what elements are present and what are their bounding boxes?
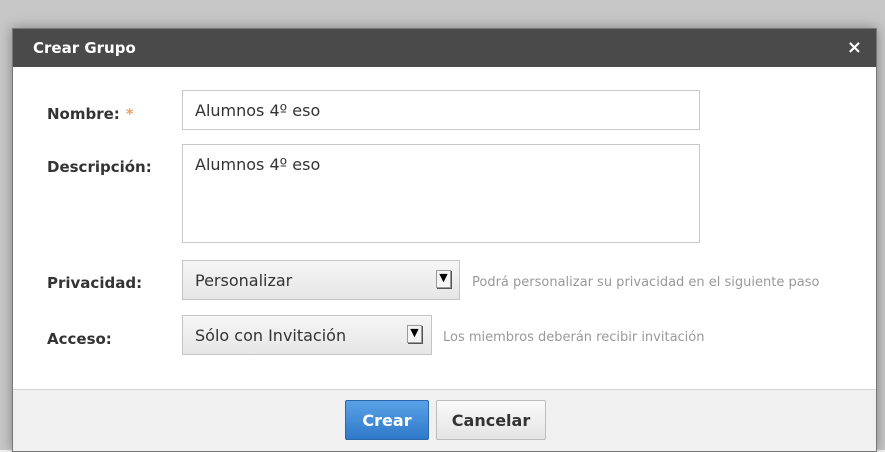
create-group-dialog: Crear Grupo × Nombre: * Alumnos 4º eso De…: [12, 28, 877, 452]
privacy-select-value: Personalizar: [195, 271, 293, 290]
description-label: Descripción:: [47, 158, 152, 176]
privacy-select[interactable]: Personalizar ▼: [182, 260, 460, 300]
chevron-down-icon: ▼: [407, 325, 422, 343]
dialog-footer: Crear Cancelar: [13, 389, 876, 451]
privacy-help-text: Podrá personalizar su privacidad en el s…: [472, 275, 820, 290]
name-label: Nombre: *: [47, 105, 134, 123]
close-icon[interactable]: ×: [847, 39, 862, 57]
dialog-body: Nombre: * Alumnos 4º eso Descripción: Alu…: [13, 67, 876, 387]
privacy-label: Privacidad:: [47, 274, 143, 292]
required-marker: *: [125, 105, 134, 123]
dialog-titlebar: Crear Grupo ×: [13, 29, 876, 67]
access-select-value: Sólo con Invitación: [195, 326, 347, 345]
name-label-text: Nombre:: [47, 105, 120, 123]
chevron-down-icon: ▼: [436, 270, 451, 288]
description-textarea[interactable]: Alumnos 4º eso: [182, 144, 700, 243]
access-select[interactable]: Sólo con Invitación ▼: [182, 315, 432, 355]
access-label: Acceso:: [47, 330, 112, 348]
dialog-title: Crear Grupo: [33, 39, 136, 57]
name-input[interactable]: Alumnos 4º eso: [182, 90, 700, 130]
create-button[interactable]: Crear: [345, 400, 429, 440]
cancel-button[interactable]: Cancelar: [436, 400, 546, 440]
access-help-text: Los miembros deberán recibir invitación: [443, 330, 705, 345]
